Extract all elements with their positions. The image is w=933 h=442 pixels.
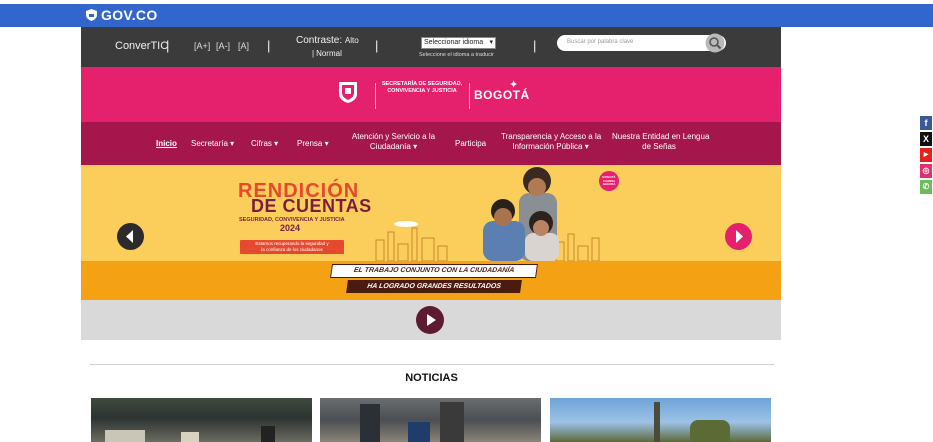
facebook-button[interactable]: f [920, 116, 932, 130]
youtube-icon: ▶ [920, 148, 932, 162]
nav-item-label: Secretaría [191, 139, 228, 148]
nav-item-lengua-senas[interactable]: Nuestra Entidad en Lengua de Señas [612, 132, 710, 152]
x-button[interactable]: X [920, 132, 932, 146]
chevron-down-icon: ▾ [274, 139, 279, 148]
strip-line1: EL TRABAJO CONJUNTO CON LA CIUDADANÍA [330, 264, 538, 278]
chevron-down-icon: ▾ [324, 139, 329, 148]
nav-item-label: de Señas [642, 142, 676, 151]
nav-item-label: Cifras [251, 139, 272, 148]
contrast-label: Contraste: Alto [296, 35, 359, 46]
divider [375, 83, 376, 109]
bogota-crest-icon[interactable] [337, 81, 359, 103]
separator: | [533, 38, 537, 53]
video-play-button[interactable] [416, 306, 444, 334]
search-field[interactable]: Buscar por palabra clave [557, 33, 726, 53]
search-input[interactable]: Buscar por palabra clave [567, 39, 633, 45]
site-container: ConverTIC | [A+] [A-] [A] | Contraste: A… [81, 27, 781, 340]
nav-item-participa[interactable]: Participa [455, 139, 486, 149]
nav-item-secretaria[interactable]: Secretaría ▾ [191, 139, 234, 149]
chevron-down-icon: ▾ [489, 39, 493, 46]
govco-bar: GOV.CO [0, 4, 933, 27]
separator: | [166, 38, 170, 53]
brand-header: SECRETARÍA DE SEGURIDAD, CONVIVENCIA Y J… [81, 67, 781, 122]
hero-tagline-line2: la confianza de los ciudadanos [261, 247, 323, 252]
font-reset-button[interactable]: [A] [238, 41, 249, 51]
language-select[interactable]: Seleccionar idioma ▾ [421, 37, 496, 49]
nav-item-label: Ciudadanía [369, 142, 411, 151]
nav-item-prensa[interactable]: Prensa ▾ [297, 139, 329, 149]
news-card-image[interactable] [320, 398, 541, 442]
chevron-left-icon [126, 230, 133, 243]
instagram-icon: ◎ [920, 164, 932, 178]
separator: | [267, 38, 271, 53]
nav-item-label: Nuestra Entidad en Lengua [612, 132, 710, 141]
contrast-normal-wrapper: | Normal [312, 49, 342, 58]
x-icon: X [920, 132, 932, 146]
font-decrease-button[interactable]: [A-] [216, 41, 230, 51]
hero-year: 2024 [280, 223, 301, 233]
nav-item-cifras[interactable]: Cifras ▾ [251, 139, 278, 149]
nav-item-label: Participa [455, 139, 487, 148]
hero-banner[interactable]: RENDICIÓN DE CUENTAS SEGURIDAD, CONVIVEN… [81, 165, 781, 261]
news-card-image[interactable] [550, 398, 771, 442]
carousel-prev-button[interactable] [117, 223, 144, 250]
separator: | [375, 38, 379, 53]
nav-item-transparencia[interactable]: Transparencia y Acceso a la Información … [501, 132, 602, 152]
hero-tagline: Estamos recuperando la seguridad y la co… [240, 240, 344, 254]
youtube-button[interactable]: ▶ [920, 148, 932, 162]
nav-item-inicio[interactable]: Inicio [156, 139, 177, 149]
results-strip: EL TRABAJO CONJUNTO CON LA CIUDADANÍA HA… [81, 261, 781, 300]
news-section-title: NOTICIAS [405, 372, 458, 384]
whatsapp-icon: ✆ [920, 180, 932, 194]
video-band [81, 300, 781, 340]
search-icon[interactable] [705, 33, 725, 53]
carousel-next-button[interactable] [725, 223, 752, 250]
nav-item-label: Transparencia y Acceso a la [501, 132, 602, 141]
facebook-icon: f [920, 116, 932, 130]
news-divider [90, 364, 774, 365]
chevron-down-icon: ▾ [413, 142, 418, 151]
hero-people-photo [483, 167, 559, 261]
secretaria-name: SECRETARÍA DE SEGURIDAD, CONVIVENCIA Y J… [381, 81, 463, 94]
font-increase-button[interactable]: [A+] [194, 41, 210, 51]
language-select-value: Seleccionar idioma [424, 39, 484, 46]
govco-logo[interactable]: GOV.CO [86, 7, 158, 23]
govco-shield-icon [86, 9, 97, 21]
nav-item-label: Información Pública [512, 142, 583, 151]
main-nav: Inicio Secretaría ▾ Cifras ▾ Prensa ▾ At… [81, 122, 781, 165]
contrast-normal-button[interactable]: Normal [316, 49, 342, 58]
nav-item-label: Atención y Servicio a la [351, 132, 436, 141]
star-icon: ✦ [509, 79, 519, 91]
hero-title-line2: DE CUENTAS [251, 196, 372, 216]
strip-line2: HA LOGRADO GRANDES RESULTADOS [346, 280, 522, 293]
play-icon [427, 314, 436, 326]
chevron-down-icon: ▾ [584, 142, 589, 151]
govco-logo-text: GOV.CO [101, 7, 158, 23]
chevron-right-icon [736, 230, 743, 243]
whatsapp-button[interactable]: ✆ [920, 180, 932, 194]
nav-item-label: Prensa [297, 139, 323, 148]
language-hint: Seleccione el idioma a traducir [419, 52, 494, 58]
contrast-high-button[interactable]: Alto [345, 36, 359, 45]
instagram-button[interactable]: ◎ [920, 164, 932, 178]
convertic-link[interactable]: ConverTIC [115, 40, 168, 52]
accessibility-bar: ConverTIC | [A+] [A-] [A] | Contraste: A… [81, 27, 781, 67]
nav-item-atencion[interactable]: Atención y Servicio a la Ciudadanía ▾ [351, 132, 436, 152]
contrast-label-text: Contraste: [296, 35, 343, 46]
hero-badge-text: BOGOTÁ CAMINA SEGURA [602, 175, 616, 186]
news-card-image[interactable] [91, 398, 312, 442]
divider [469, 83, 470, 109]
bogota-logo-text[interactable]: BOGOTÁ [474, 88, 530, 102]
nav-item-label: Inicio [156, 139, 177, 148]
chevron-down-icon: ▾ [230, 139, 235, 148]
